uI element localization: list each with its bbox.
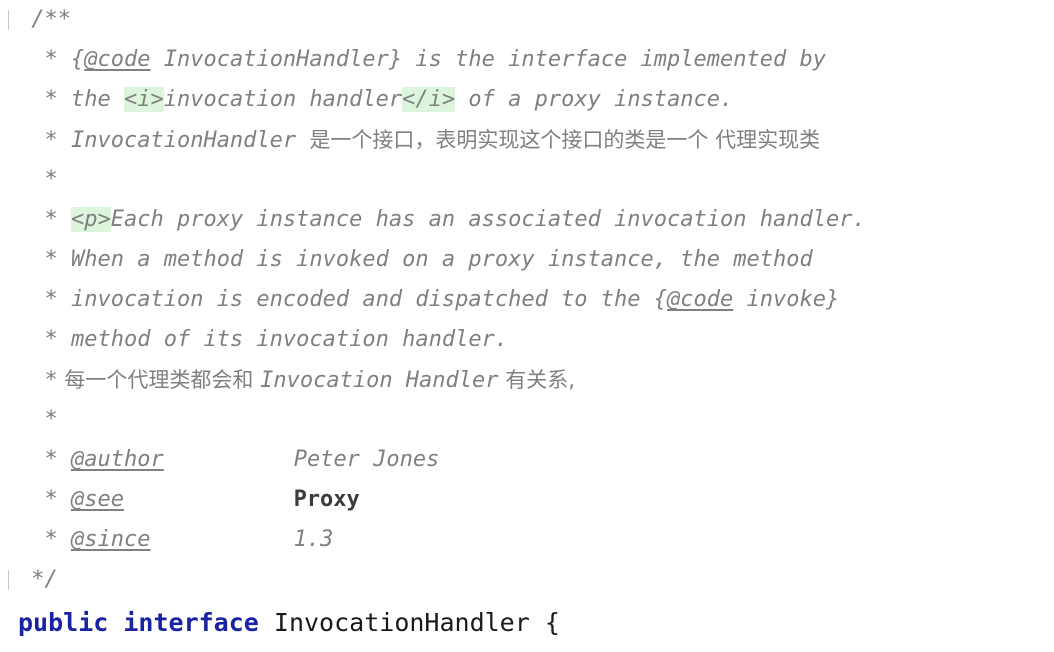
comment-asterisk: *	[18, 128, 58, 153]
code-line[interactable]: *	[0, 160, 1054, 200]
comment-asterisk: *	[18, 447, 71, 472]
code-fold-indicator-icon[interactable]	[8, 570, 9, 590]
comment-asterisk: *	[18, 287, 58, 312]
comment-text: method of its invocation handler.	[57, 327, 509, 352]
code-line[interactable]: * invocation is encoded and dispatched t…	[0, 280, 1054, 320]
javadoc-inline-tag: @code	[667, 287, 734, 312]
comment-delimiter: */	[18, 567, 58, 592]
javadoc-tag-value: 1.3	[293, 527, 334, 552]
interface-name: InvocationHandler	[273, 608, 530, 637]
interface-declaration-line[interactable]: public interface InvocationHandler {	[0, 600, 1054, 646]
javadoc-block-tag: @see	[70, 487, 124, 512]
comment-asterisk: *	[18, 207, 58, 232]
code-line[interactable]: * method of its invocation handler.	[0, 320, 1054, 360]
code-line[interactable]: * @author Peter Jones	[0, 440, 1054, 480]
comment-delimiter: /**	[18, 7, 71, 32]
code-line[interactable]: * @since 1.3	[0, 520, 1054, 560]
comment-text: When a method is invoked on a proxy inst…	[57, 247, 813, 272]
comment-asterisk: *	[18, 87, 58, 112]
code-fold-indicator-icon[interactable]	[8, 10, 9, 30]
comment-text	[58, 207, 71, 232]
comment-asterisk: *	[18, 47, 58, 72]
comment-text: Invocation Handler	[260, 368, 499, 393]
comment-text: invoke}	[733, 287, 840, 312]
code-editor-view[interactable]: /** * {@code InvocationHandler} is the i…	[0, 0, 1054, 652]
comment-asterisk: *	[18, 368, 58, 393]
keyword-public: public	[18, 608, 109, 637]
code-line[interactable]: /**	[0, 0, 1054, 40]
comment-asterisk: *	[18, 487, 71, 512]
javadoc-html-tag: </i>	[402, 87, 456, 112]
code-line[interactable]: */	[0, 560, 1054, 600]
comment-asterisk: *	[18, 167, 58, 192]
comment-text: of a proxy instance.	[455, 87, 734, 112]
javadoc-html-tag: <p>	[71, 207, 111, 232]
javadoc-html-tag: <i>	[123, 87, 164, 112]
javadoc-inline-tag: @code	[84, 47, 151, 72]
comment-text: InvocationHandler	[57, 128, 310, 153]
javadoc-block-tag: @author	[70, 447, 164, 472]
code-line[interactable]: * When a method is invoked on a proxy in…	[0, 240, 1054, 280]
comment-text: Each proxy instance has an associated in…	[110, 207, 866, 232]
comment-asterisk: *	[18, 327, 58, 352]
comment-text: invocation handler	[163, 87, 403, 112]
comment-asterisk: *	[18, 247, 58, 272]
comment-cjk-text: 每一个代理类都会和	[57, 368, 261, 392]
comment-asterisk: *	[18, 527, 71, 552]
comment-text: InvocationHandler} is the interface impl…	[150, 47, 826, 72]
javadoc-tag-spacer	[124, 480, 294, 520]
javadoc-block-tag: @since	[70, 527, 151, 552]
code-line[interactable]: * @see Proxy	[0, 480, 1054, 520]
code-line[interactable]: * <p>Each proxy instance has an associat…	[0, 200, 1054, 240]
javadoc-tag-spacer	[150, 520, 293, 560]
comment-text: the	[57, 87, 124, 112]
comment-text: invocation is encoded and dispatched to …	[57, 287, 668, 312]
comment-asterisk: *	[18, 407, 58, 432]
open-brace: {	[544, 608, 560, 637]
comment-cjk-text: 是一个接口，表明实现这个接口的类是一个 代理实现类	[309, 128, 821, 152]
comment-cjk-text: 有关系,	[498, 368, 575, 392]
code-line[interactable]: * 每一个代理类都会和 Invocation Handler 有关系,	[0, 360, 1054, 400]
code-line[interactable]: * {@code InvocationHandler} is the inter…	[0, 40, 1054, 80]
javadoc-tag-spacer	[164, 440, 294, 480]
code-line[interactable]: * InvocationHandler 是一个接口，表明实现这个接口的类是一个 …	[0, 120, 1054, 160]
comment-text: {	[57, 47, 85, 72]
javadoc-tag-value: Proxy	[293, 487, 360, 512]
code-line[interactable]: *	[0, 400, 1054, 440]
code-line[interactable]: * the <i>invocation handler</i> of a pro…	[0, 80, 1054, 120]
javadoc-tag-value: Peter Jones	[293, 447, 440, 472]
keyword-interface: interface	[123, 608, 259, 637]
